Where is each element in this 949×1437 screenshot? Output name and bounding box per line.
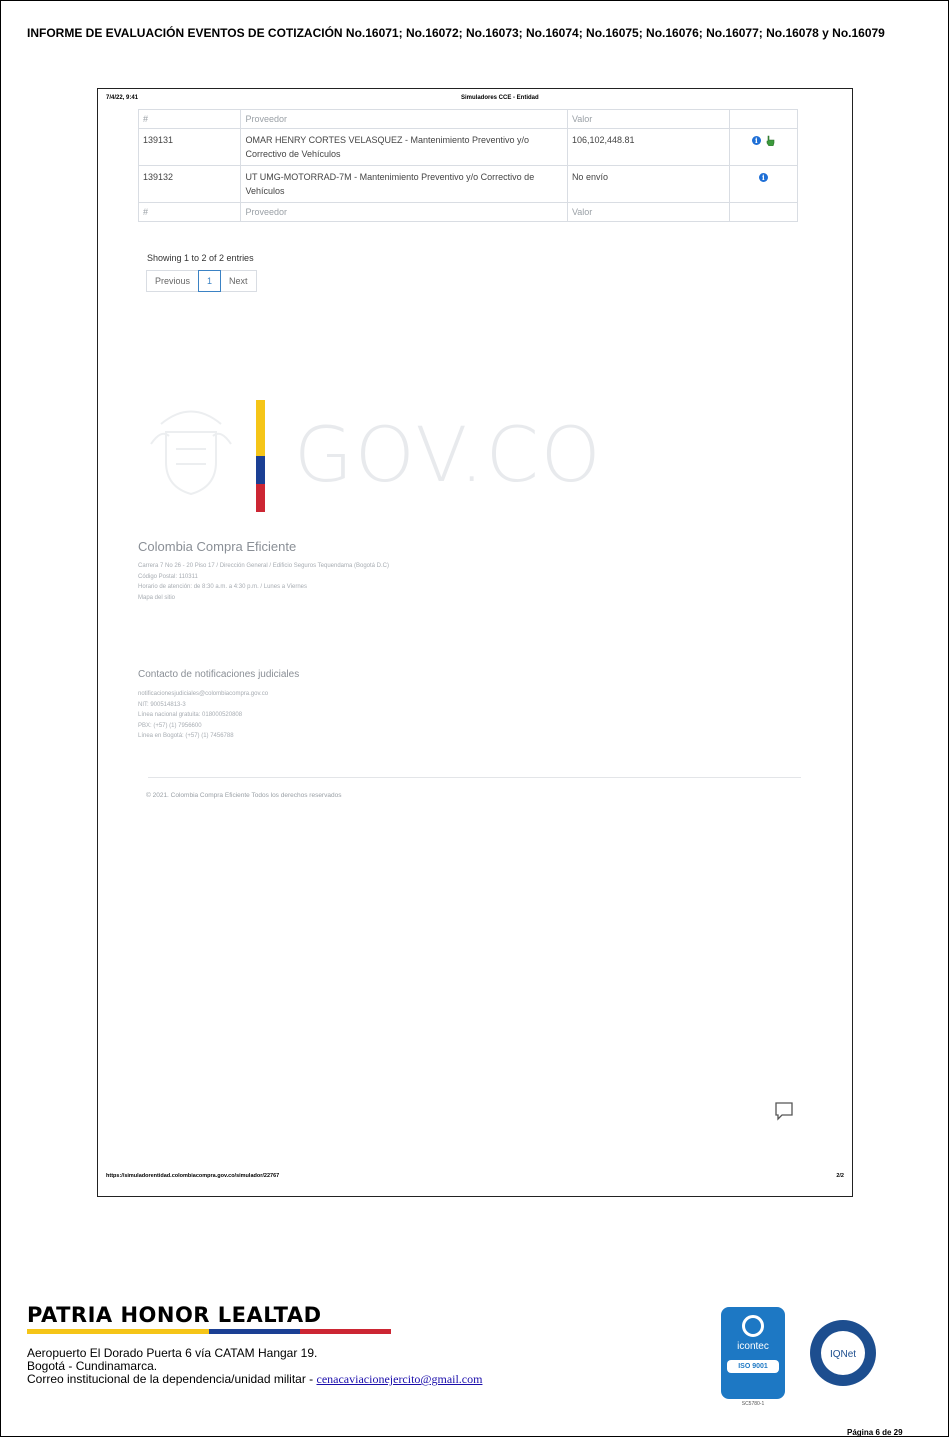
print-footer: https://simuladorentidad.colombiacompra.… xyxy=(106,1173,844,1179)
column-header-valor: Valor xyxy=(566,109,730,129)
notifications-national-line: Línea nacional gratuita: 018000520808 xyxy=(138,712,243,718)
tricolor-bar xyxy=(27,1329,391,1334)
print-site-title: Simuladores CCE - Entidad xyxy=(461,95,539,101)
pagination-next-button[interactable]: Next xyxy=(220,270,257,292)
icontec-name: icontec xyxy=(737,1341,769,1352)
column-header-id: # xyxy=(137,109,242,129)
cce-hours: Horario de atención: de 8:30 a.m. a 4:30… xyxy=(138,584,307,590)
chat-icon[interactable] xyxy=(774,1101,794,1121)
print-url: https://simuladorentidad.colombiacompra.… xyxy=(106,1173,280,1179)
govco-wordmark: GOV.CO xyxy=(294,410,603,499)
table-row: 139131 OMAR HENRY CORTES VELASQUEZ - Man… xyxy=(137,128,799,166)
page-number: Página 6 de 29 xyxy=(847,1428,903,1437)
colombia-flag-bar xyxy=(256,400,265,512)
icontec-certification-badge: icontec ISO 9001 xyxy=(721,1307,785,1399)
cell-valor: 106,102,448.81 xyxy=(566,128,730,166)
entries-info: Showing 1 to 2 of 2 entries xyxy=(147,253,254,263)
cell-proveedor: OMAR HENRY CORTES VELASQUEZ - Mantenimie… xyxy=(240,128,568,166)
table-row: 139132 UT UMG-MOTORRAD-7M - Mantenimient… xyxy=(137,165,799,203)
govco-logo-area: GOV.CO xyxy=(146,394,626,514)
cce-postal-code: Código Postal: 110311 xyxy=(138,573,198,580)
hand-pointer-icon[interactable] xyxy=(765,135,775,147)
sitemap-link[interactable]: Mapa del sitio xyxy=(138,593,389,604)
cell-valor: No envío xyxy=(566,165,730,203)
motto: PATRIA HONOR LEALTAD xyxy=(27,1303,322,1327)
column-header-proveedor: Proveedor xyxy=(240,109,568,129)
cell-id: 139131 xyxy=(137,128,242,166)
cce-title: Colombia Compra Eficiente xyxy=(138,539,297,554)
offers-table: # Proveedor Valor 139131 OMAR HENRY CORT… xyxy=(137,109,799,222)
copyright: © 2021. Colombia Compra Eficiente Todos … xyxy=(146,792,342,799)
email-label: Correo institucional de la dependencia/u… xyxy=(27,1372,317,1386)
column-footer-valor: Valor xyxy=(566,202,730,222)
cell-actions: i xyxy=(728,165,799,203)
cell-actions: i xyxy=(728,128,799,166)
cce-address: Carrera 7 No 26 - 20 Piso 17 / Dirección… xyxy=(138,563,390,569)
column-footer-actions xyxy=(728,202,799,222)
notifications-info: notificacionesjudiciales@colombiacompra.… xyxy=(138,689,268,742)
notifications-bogota-line: Línea en Bogotá: (+57) (1) 7456788 xyxy=(138,733,234,739)
pagination-page-button[interactable]: 1 xyxy=(198,270,222,292)
embedded-web-screenshot: 7/4/22, 9:41 Simuladores CCE - Entidad #… xyxy=(97,88,853,1197)
iqnet-certification-seal-icon: IQNet xyxy=(810,1320,876,1386)
cell-proveedor: UT UMG-MOTORRAD-7M - Mantenimiento Preve… xyxy=(240,165,568,203)
iso-label: ISO 9001 xyxy=(727,1360,779,1373)
pagination-previous-button[interactable]: Previous xyxy=(146,270,200,292)
info-icon[interactable]: i xyxy=(751,136,761,146)
cce-info: Carrera 7 No 26 - 20 Piso 17 / Dirección… xyxy=(138,561,389,603)
iqnet-label: IQNet xyxy=(830,1349,856,1360)
notifications-email[interactable]: notificacionesjudiciales@colombiacompra.… xyxy=(138,689,268,700)
icontec-logo-icon xyxy=(742,1315,764,1337)
icontec-code: SC5780-1 xyxy=(741,1401,765,1407)
table-footer-row: # Proveedor Valor xyxy=(137,202,799,222)
info-icon[interactable]: i xyxy=(758,173,768,183)
column-header-actions xyxy=(728,109,799,129)
notifications-title: Contacto de notificaciones judiciales xyxy=(138,669,300,680)
colombia-crest-icon xyxy=(150,410,232,496)
email-link[interactable]: cenacaviacionejercito@gmail.com xyxy=(317,1372,483,1386)
pagination: Previous 1 Next xyxy=(146,270,257,292)
print-date: 7/4/22, 9:41 xyxy=(106,95,139,101)
institution-address: Aeropuerto El Dorado Puerta 6 vía CATAM … xyxy=(27,1347,482,1386)
print-header: 7/4/22, 9:41 Simuladores CCE - Entidad xyxy=(106,95,844,105)
column-footer-id: # xyxy=(137,202,242,222)
email-line: Correo institucional de la dependencia/u… xyxy=(27,1373,482,1386)
cell-id: 139132 xyxy=(137,165,242,203)
notifications-pbx: PBX: (+57) (1) 7956600 xyxy=(138,722,202,729)
table-header-row: # Proveedor Valor xyxy=(137,109,799,129)
notifications-nit: NIT: 900514813-3 xyxy=(138,701,186,708)
print-page-number: 2/2 xyxy=(836,1173,844,1179)
footer-divider xyxy=(148,777,801,778)
report-title: INFORME DE EVALUACIÓN EVENTOS DE COTIZAC… xyxy=(27,26,885,40)
column-footer-proveedor: Proveedor xyxy=(240,202,568,222)
